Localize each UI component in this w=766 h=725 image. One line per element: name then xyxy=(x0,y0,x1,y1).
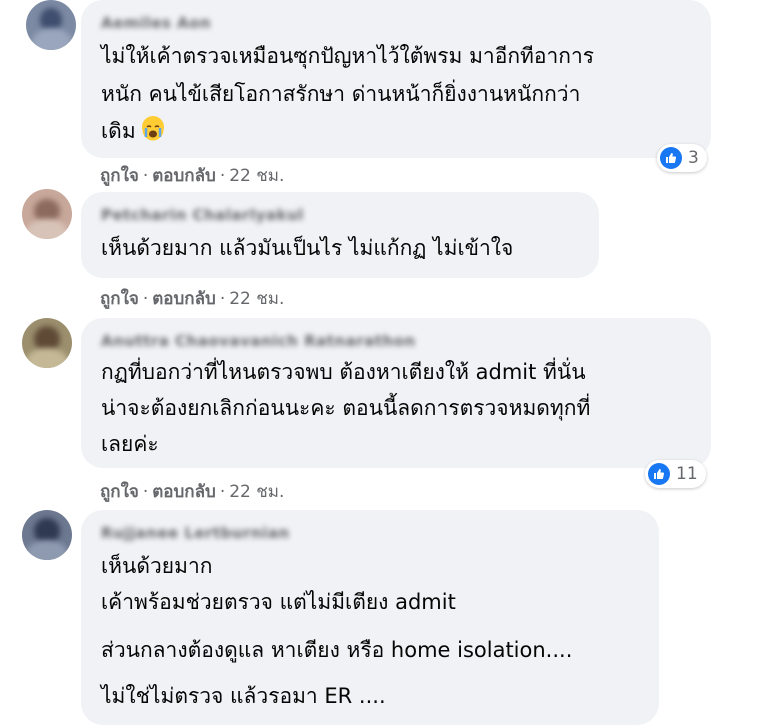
avatar[interactable] xyxy=(26,0,76,50)
reaction-summary[interactable]: 3 xyxy=(657,144,707,172)
comment-actions: ถูกใจ · ตอบกลับ · 22 ชม. xyxy=(100,482,285,502)
comment-bubble: Rujjanee Lertburnian เห็นด้วยมาก เค้าพร้… xyxy=(81,510,659,725)
comment-line: น่าจะต้องยกเลิกก่อนนะคะ ตอนนี้ลดการตรวจห… xyxy=(101,396,591,420)
timestamp[interactable]: 22 ชม. xyxy=(229,289,284,309)
comment-bubble: Petcharin Chalarlyakul เห็นด้วยมาก แล้วม… xyxy=(81,192,599,278)
crying-face-emoji xyxy=(142,116,165,141)
reaction-summary[interactable]: 11 xyxy=(645,460,706,488)
reaction-count: 11 xyxy=(676,464,698,484)
timestamp[interactable]: 22 ชม. xyxy=(229,482,284,502)
avatar[interactable] xyxy=(22,189,72,239)
comment-line: เห็นด้วยมาก แล้วมันเป็นไร ไม่แก้กฏ ไม่เข… xyxy=(101,236,514,260)
comment-line: เลยค่ะ xyxy=(101,432,159,456)
like-link[interactable]: ถูกใจ xyxy=(100,289,139,309)
author-name[interactable]: Petcharin Chalarlyakul xyxy=(101,206,304,224)
comment-actions: ถูกใจ · ตอบกลับ · 22 ชม. xyxy=(100,166,285,186)
comment-bubble: Anuttra Chaovavanich Ratnarathon กฏที่บอ… xyxy=(81,318,711,468)
comment-line: หนัก คนไข้เสียโอกาสรักษา ด่านหน้าก็ยิ่งง… xyxy=(101,82,581,106)
comment-line: ส่วนกลางต้องดูแล หาเตียง หรือ home isola… xyxy=(101,638,573,662)
like-link[interactable]: ถูกใจ xyxy=(100,482,139,502)
like-icon xyxy=(648,463,670,485)
reply-link[interactable]: ตอบกลับ xyxy=(152,289,216,309)
comment-line-text: เดิม xyxy=(101,119,136,143)
comment-line: ไม่ให้เค้าตรวจเหมือนซุกปัญหาไว้ใต้พรม มา… xyxy=(101,44,595,68)
author-name[interactable]: Aemiles Aon xyxy=(101,14,211,32)
like-icon xyxy=(660,147,682,169)
reaction-count: 3 xyxy=(688,148,699,168)
reply-link[interactable]: ตอบกลับ xyxy=(152,482,216,502)
comment-line: เค้าพร้อมช่วยตรวจ แต่ไม่มีเตียง admit xyxy=(101,590,456,614)
comment-line: เดิม xyxy=(101,113,165,149)
timestamp[interactable]: 22 ชม. xyxy=(229,166,284,186)
author-name[interactable]: Rujjanee Lertburnian xyxy=(101,524,290,542)
reply-link[interactable]: ตอบกลับ xyxy=(152,166,216,186)
like-link[interactable]: ถูกใจ xyxy=(100,166,139,186)
author-name[interactable]: Anuttra Chaovavanich Ratnarathon xyxy=(101,332,416,350)
avatar[interactable] xyxy=(22,318,72,368)
comment-line: เห็นด้วยมาก xyxy=(101,554,213,578)
comment-line: กฏที่บอกว่าที่ไหนตรวจพบ ต้องหาเตียงให้ a… xyxy=(101,360,586,384)
avatar[interactable] xyxy=(22,510,72,560)
comment-line: ไม่ใช่ไม่ตรวจ แล้วรอมา ER .... xyxy=(101,684,386,708)
comment-actions: ถูกใจ · ตอบกลับ · 22 ชม. xyxy=(100,289,285,309)
comment-bubble: Aemiles Aon ไม่ให้เค้าตรวจเหมือนซุกปัญหา… xyxy=(81,0,711,158)
